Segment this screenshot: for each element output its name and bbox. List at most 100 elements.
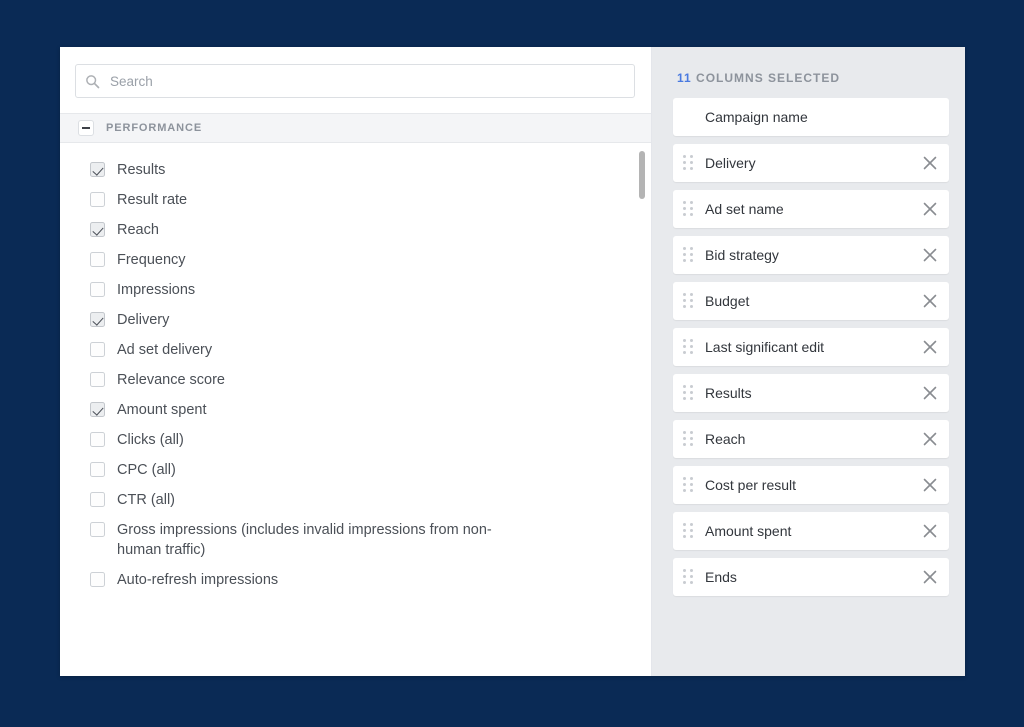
scrollbar-thumb[interactable] <box>639 151 645 199</box>
selected-column-label: Delivery <box>705 155 756 171</box>
metric-row[interactable]: Impressions <box>60 275 651 305</box>
metric-label: Results <box>117 162 166 178</box>
metric-label: Ad set delivery <box>117 342 213 358</box>
metric-checkbox[interactable] <box>90 222 105 237</box>
close-icon[interactable] <box>921 154 939 172</box>
metric-label: Auto-refresh impressions <box>117 572 279 588</box>
drag-handle-icon[interactable] <box>683 569 693 585</box>
drag-handle-icon[interactable] <box>683 431 693 447</box>
metric-row[interactable]: Gross impressions (includes invalid impr… <box>60 515 651 565</box>
metric-checkbox[interactable] <box>90 282 105 297</box>
selected-column-label: Ends <box>705 569 737 585</box>
close-icon[interactable] <box>921 246 939 264</box>
selected-column-item[interactable]: Budget <box>673 282 949 320</box>
drag-handle-icon[interactable] <box>683 247 693 263</box>
section-header-performance[interactable]: PERFORMANCE <box>60 113 651 143</box>
close-icon[interactable] <box>921 200 939 218</box>
drag-handle-icon[interactable] <box>683 293 693 309</box>
search-input[interactable] <box>108 65 625 97</box>
metric-checkbox[interactable] <box>90 252 105 267</box>
selected-column-item[interactable]: Campaign name <box>673 98 949 136</box>
selected-column-item[interactable]: Results <box>673 374 949 412</box>
metric-row[interactable]: Auto-refresh impressions <box>60 565 651 595</box>
metric-checkbox[interactable] <box>90 342 105 357</box>
drag-handle-icon[interactable] <box>683 339 693 355</box>
metric-checkbox[interactable] <box>90 462 105 477</box>
metric-checkbox[interactable] <box>90 402 105 417</box>
metrics-checkbox-list: Results Result rate Reach Frequency Impressi… <box>60 143 651 676</box>
drag-handle-icon[interactable] <box>683 523 693 539</box>
close-icon[interactable] <box>921 430 939 448</box>
metric-label: Clicks (all) <box>117 432 184 448</box>
metric-row[interactable]: Result rate <box>60 185 651 215</box>
metric-row[interactable]: Amount spent <box>60 395 651 425</box>
metric-checkbox[interactable] <box>90 522 105 537</box>
metric-row[interactable]: Clicks (all) <box>60 425 651 455</box>
metric-row[interactable]: Delivery <box>60 305 651 335</box>
drag-handle-icon[interactable] <box>683 477 693 493</box>
selected-column-item[interactable]: Last significant edit <box>673 328 949 366</box>
selected-column-label: Bid strategy <box>705 247 779 263</box>
close-icon[interactable] <box>921 384 939 402</box>
drag-handle-icon[interactable] <box>683 201 693 217</box>
metric-label: Gross impressions (includes invalid impr… <box>117 522 492 558</box>
close-icon[interactable] <box>921 522 939 540</box>
metric-checkbox[interactable] <box>90 432 105 447</box>
selected-column-item[interactable]: Amount spent <box>673 512 949 550</box>
selected-heading-label: COLUMNS SELECTED <box>696 71 841 85</box>
metric-row[interactable]: CPC (all) <box>60 455 651 485</box>
close-icon[interactable] <box>921 476 939 494</box>
metric-row[interactable]: Frequency <box>60 245 651 275</box>
selected-column-label: Budget <box>705 293 750 309</box>
drag-handle-icon[interactable] <box>683 155 693 171</box>
selected-column-item[interactable]: Ad set name <box>673 190 949 228</box>
selected-column-item[interactable]: Cost per result <box>673 466 949 504</box>
close-icon[interactable] <box>921 568 939 586</box>
metrics-pane: PERFORMANCE Results Result rate Reach Frequ… <box>60 47 652 676</box>
metric-row[interactable]: Results <box>60 155 651 185</box>
selected-column-label: Cost per result <box>705 477 797 493</box>
metric-checkbox[interactable] <box>90 572 105 587</box>
selected-columns-pane: 11 COLUMNS SELECTED Campaign name Deliver… <box>652 47 965 676</box>
metric-label: Relevance score <box>117 372 225 388</box>
scrollbar[interactable] <box>638 143 646 676</box>
metric-row[interactable]: Reach <box>60 215 651 245</box>
metric-label: Result rate <box>117 192 188 208</box>
customize-columns-dialog: PERFORMANCE Results Result rate Reach Frequ… <box>60 47 965 676</box>
metric-checkbox[interactable] <box>90 192 105 207</box>
selected-column-label: Last significant edit <box>705 339 825 355</box>
metric-label: Reach <box>117 222 159 238</box>
search-icon <box>86 74 100 88</box>
metric-row[interactable]: CTR (all) <box>60 485 651 515</box>
selected-column-label: Campaign name <box>705 109 808 125</box>
selected-column-label: Amount spent <box>705 523 792 539</box>
search-area <box>60 47 651 113</box>
drag-handle-icon[interactable] <box>683 385 693 401</box>
metric-checkbox[interactable] <box>90 162 105 177</box>
selected-columns-heading: 11 COLUMNS SELECTED <box>677 71 949 85</box>
search-box[interactable] <box>75 64 635 98</box>
metric-label: Amount spent <box>117 402 207 418</box>
selected-column-item[interactable]: Ends <box>673 558 949 596</box>
metric-checkbox[interactable] <box>90 492 105 507</box>
selected-column-item[interactable]: Reach <box>673 420 949 458</box>
selected-count: 11 <box>677 71 692 85</box>
section-title: PERFORMANCE <box>106 122 203 134</box>
selected-column-label: Ad set name <box>705 201 784 217</box>
metric-checkbox[interactable] <box>90 372 105 387</box>
metric-label: Impressions <box>117 282 196 298</box>
metric-label: Delivery <box>117 312 170 328</box>
metric-label: CTR (all) <box>117 492 175 508</box>
selected-column-label: Results <box>705 385 752 401</box>
selected-column-label: Reach <box>705 431 746 447</box>
selected-column-item[interactable]: Delivery <box>673 144 949 182</box>
minus-icon[interactable] <box>78 120 94 136</box>
close-icon[interactable] <box>921 292 939 310</box>
metric-label: CPC (all) <box>117 462 176 478</box>
metric-row[interactable]: Relevance score <box>60 365 651 395</box>
close-icon[interactable] <box>921 338 939 356</box>
selected-column-item[interactable]: Bid strategy <box>673 236 949 274</box>
metric-row[interactable]: Ad set delivery <box>60 335 651 365</box>
metric-checkbox[interactable] <box>90 312 105 327</box>
metric-label: Frequency <box>117 252 186 268</box>
